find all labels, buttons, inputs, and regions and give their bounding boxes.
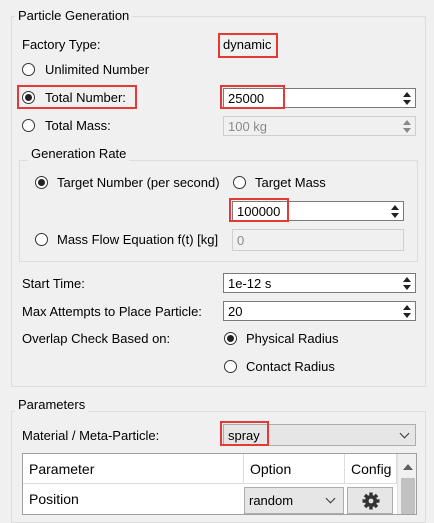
mass-flow-value: 0 (237, 233, 245, 248)
column-header-parameter[interactable]: Parameter (23, 454, 244, 484)
factory-type-highlight (218, 33, 278, 58)
scrollbar-thumb[interactable] (401, 478, 415, 514)
chevron-down-icon (325, 493, 336, 504)
mass-flow-radio[interactable] (35, 233, 48, 246)
contact-radius-radio[interactable] (224, 360, 237, 373)
contact-radius-label[interactable]: Contact Radius (246, 359, 335, 375)
parameter-cell: Position (29, 491, 79, 507)
particle-generation-title: Particle Generation (15, 8, 133, 23)
total-number-highlight (17, 85, 137, 109)
target-mass-label[interactable]: Target Mass (255, 175, 326, 191)
column-header-option[interactable]: Option (244, 454, 345, 484)
chevron-down-icon (399, 428, 410, 439)
spin-arrows-icon[interactable] (401, 118, 413, 134)
total-mass-radio[interactable] (22, 119, 35, 132)
physical-radius-label[interactable]: Physical Radius (246, 331, 339, 347)
target-number-label[interactable]: Target Number (per second) (57, 175, 220, 191)
generation-rate-title: Generation Rate (28, 146, 130, 161)
option-value: random (249, 493, 294, 508)
factory-type-label: Factory Type: (22, 37, 101, 52)
total-number-value-highlight (220, 85, 285, 109)
total-mass-value: 100 kg (228, 119, 268, 134)
spin-arrows-icon[interactable] (401, 303, 413, 319)
table-row: Position random (23, 484, 397, 514)
column-header-config[interactable]: Config (345, 454, 397, 484)
max-attempts-value: 20 (228, 304, 243, 319)
gear-icon (362, 492, 380, 510)
start-time-label: Start Time: (22, 276, 85, 291)
overlap-check-label: Overlap Check Based on: (22, 331, 171, 346)
material-label: Material / Meta-Particle: (22, 428, 160, 443)
total-mass-label[interactable]: Total Mass: (45, 118, 111, 134)
physical-radius-radio[interactable] (224, 332, 237, 345)
max-attempts-spinbox[interactable]: 20 (223, 301, 416, 321)
spin-arrows-icon[interactable] (401, 275, 413, 291)
start-time-value: 1e-12 s (228, 276, 272, 291)
unlimited-number-radio[interactable] (22, 63, 35, 76)
unlimited-number-label[interactable]: Unlimited Number (45, 62, 149, 78)
option-combobox[interactable]: random (244, 487, 344, 514)
mass-flow-label[interactable]: Mass Flow Equation f(t) [kg] (57, 232, 218, 248)
material-highlight (220, 421, 269, 446)
config-button[interactable] (347, 487, 393, 514)
target-mass-radio[interactable] (233, 176, 246, 189)
spin-arrows-icon[interactable] (389, 203, 401, 219)
parameters-title: Parameters (15, 397, 89, 412)
scroll-up-arrow-icon[interactable] (403, 464, 413, 470)
table-vertical-scrollbar[interactable] (397, 454, 416, 514)
mass-flow-input[interactable]: 0 (232, 229, 404, 251)
spin-arrows-icon[interactable] (401, 90, 413, 106)
generation-rate-highlight (229, 198, 289, 222)
total-mass-spinbox[interactable]: 100 kg (223, 116, 416, 136)
start-time-spinbox[interactable]: 1e-12 s (223, 273, 416, 293)
target-number-radio[interactable] (35, 176, 48, 189)
max-attempts-label: Max Attempts to Place Particle: (22, 304, 202, 319)
parameters-table: Parameter Option Config Position random (22, 453, 417, 515)
